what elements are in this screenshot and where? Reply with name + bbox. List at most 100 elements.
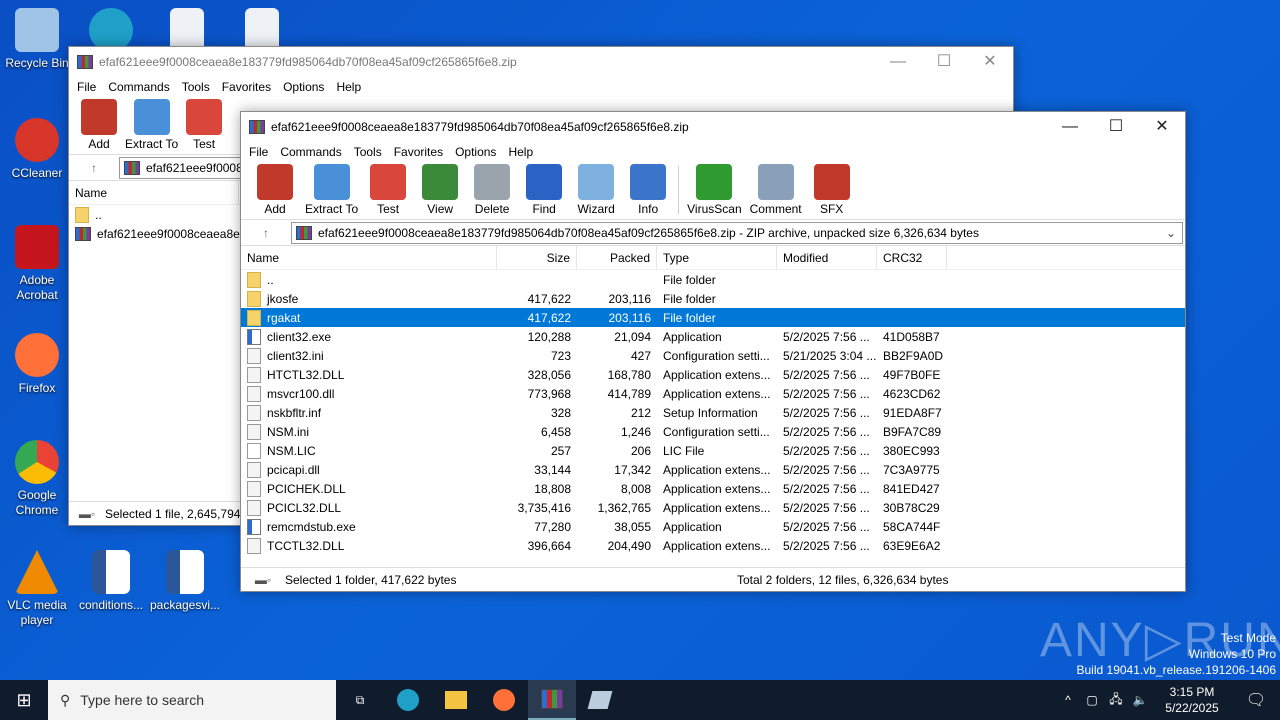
file-row[interactable]: NSM.LIC 257 206 LIC File 5/2/2025 7:56 ... 38… [241, 441, 1185, 460]
file-crc32: 4623CD62 [883, 386, 941, 401]
start-button[interactable]: ⊞ [0, 690, 48, 711]
file-row[interactable]: NSM.ini 6,458 1,246 Configuration setti... 5… [241, 422, 1185, 441]
menu-commands[interactable]: Commands [102, 80, 175, 94]
column-size[interactable]: Size [497, 246, 577, 269]
chevron-up-icon[interactable]: ^ [1056, 693, 1080, 707]
file-row[interactable]: .. File folder [241, 270, 1185, 289]
view-button[interactable]: View [414, 162, 466, 218]
find-button[interactable]: Find [518, 162, 570, 218]
file-modified: 5/2/2025 7:56 ... [783, 481, 870, 496]
file-row[interactable]: client32.ini 723 427 Configuration setti...… [241, 346, 1185, 365]
firefox-taskbar-icon[interactable] [480, 689, 528, 711]
title-bar[interactable]: efaf621eee9f0008ceaea8e183779fd985064db7… [69, 47, 1013, 77]
up-arrow-icon[interactable]: ↑ [241, 226, 291, 240]
menu-tools[interactable]: Tools [176, 80, 216, 94]
file-row[interactable]: rgakat 417,622 203,116 File folder [241, 308, 1185, 327]
menu-file[interactable]: File [71, 80, 102, 94]
desktop-icon-chrome[interactable]: Google Chrome [0, 440, 74, 518]
file-row[interactable]: PCICHEK.DLL 18,808 8,008 Application extens… [241, 479, 1185, 498]
file-modified: 5/2/2025 7:56 ... [783, 367, 870, 382]
column-name[interactable]: Name [241, 246, 497, 269]
column-modified[interactable]: Modified [777, 246, 877, 269]
task-view-icon[interactable]: ⧉ [336, 693, 384, 708]
menu-file[interactable]: File [243, 145, 274, 159]
minimize-button[interactable]: — [875, 47, 921, 77]
chevron-down-icon[interactable]: ⌄ [1166, 226, 1182, 240]
desktop-icon-firefox[interactable]: Firefox [0, 333, 74, 396]
winrar-window[interactable]: efaf621eee9f0008ceaea8e183779fd985064db7… [240, 111, 1186, 592]
winrar-taskbar-icon[interactable] [528, 680, 576, 720]
desktop-icon-packages-doc[interactable]: packagesvi... [148, 550, 222, 613]
edge-taskbar-icon[interactable] [384, 689, 432, 711]
minimize-button[interactable]: — [1047, 112, 1093, 142]
menu-favorites[interactable]: Favorites [216, 80, 277, 94]
virusscan-button[interactable]: VirusScan [683, 162, 745, 218]
add-icon [257, 164, 293, 200]
view-icon [422, 164, 459, 200]
settings-file-icon [247, 366, 261, 383]
file-explorer-icon[interactable] [432, 691, 480, 709]
taskbar: ⊞ ⚲ Type here to search ⧉ ^ ▢ 🖧 🔈 3:15 PM… [0, 680, 1280, 720]
file-modified: 5/21/2025 3:04 ... [783, 348, 877, 363]
file-type: Configuration setti... [663, 424, 770, 439]
file-size: 6,458 [540, 424, 571, 439]
add-button[interactable]: Add [249, 162, 301, 218]
file-row[interactable]: jkosfe 417,622 203,116 File folder [241, 289, 1185, 308]
network-icon[interactable]: 🖧 [1104, 690, 1128, 711]
settings-file-icon [247, 347, 261, 364]
desktop-icon-recycle-bin[interactable]: Recycle Bin [0, 8, 74, 71]
desktop-icon-adobe-acrobat[interactable]: Adobe Acrobat [0, 225, 74, 303]
desktop-icon-vlc[interactable]: VLC media player [0, 550, 74, 628]
comment-button[interactable]: Comment [746, 162, 806, 218]
test-button[interactable]: Test [362, 162, 414, 218]
file-row[interactable]: pcicapi.dll 33,144 17,342 Application exten… [241, 460, 1185, 479]
address-field[interactable]: efaf621eee9f0008ceaea8e183779fd985064db7… [291, 221, 1183, 244]
column-name[interactable]: Name [69, 181, 239, 204]
menu-commands[interactable]: Commands [274, 145, 347, 159]
extract-to-button[interactable]: Extract To [301, 162, 362, 218]
maximize-button[interactable]: ☐ [921, 47, 967, 77]
file-crc32: 30B78C29 [883, 500, 940, 515]
file-row[interactable]: client32.exe 120,288 21,094 Application 5/2/… [241, 327, 1185, 346]
app-taskbar-icon[interactable] [576, 691, 624, 709]
delete-button[interactable]: Delete [466, 162, 518, 218]
desktop-icon-conditions-doc[interactable]: conditions... [74, 550, 148, 613]
search-box[interactable]: ⚲ Type here to search [48, 680, 336, 720]
clock[interactable]: 3:15 PM 5/22/2025 [1152, 684, 1232, 716]
close-button[interactable]: ✕ [967, 47, 1013, 77]
menu-tools[interactable]: Tools [348, 145, 388, 159]
info-button[interactable]: Info [622, 162, 674, 218]
file-row[interactable]: remcmdstub.exe 77,280 38,055 Application 5/2… [241, 517, 1185, 536]
file-row[interactable]: HTCTL32.DLL 328,056 168,780 Application ext… [241, 365, 1185, 384]
file-row[interactable]: TCCTL32.DLL 396,664 204,490 Application ext… [241, 536, 1185, 555]
column-crc32[interactable]: CRC32 [877, 246, 947, 269]
column-type[interactable]: Type [657, 246, 777, 269]
add-button[interactable]: Add [77, 97, 121, 153]
wizard-button[interactable]: Wizard [570, 162, 622, 218]
meet-now-icon[interactable]: ▢ [1080, 693, 1104, 707]
settings-file-icon [247, 499, 261, 516]
up-arrow-icon[interactable]: ↑ [69, 161, 119, 175]
extract-to-button[interactable]: Extract To [121, 97, 182, 153]
file-row[interactable]: nskbfltr.inf 328 212 Setup Information 5/2/2… [241, 403, 1185, 422]
sfx-button[interactable]: SFX [806, 162, 858, 218]
file-packed: 168,780 [607, 367, 651, 382]
column-packed[interactable]: Packed [577, 246, 657, 269]
menu-help[interactable]: Help [502, 145, 539, 159]
maximize-button[interactable]: ☐ [1093, 112, 1139, 142]
volume-icon[interactable]: 🔈 [1128, 693, 1152, 707]
title-bar[interactable]: efaf621eee9f0008ceaea8e183779fd985064db7… [241, 112, 1185, 142]
desktop-icon-ccleaner[interactable]: CCleaner [0, 118, 74, 181]
file-row[interactable]: msvcr100.dll 773,968 414,789 Application ex… [241, 384, 1185, 403]
menu-help[interactable]: Help [330, 80, 367, 94]
file-name: jkosfe [267, 291, 299, 306]
close-button[interactable]: ✕ [1139, 112, 1185, 142]
menu-options[interactable]: Options [449, 145, 502, 159]
file-row[interactable]: PCICL32.DLL 3,735,416 1,362,765 Application… [241, 498, 1185, 517]
settings-file-icon [247, 537, 261, 554]
test-button[interactable]: Test [182, 97, 226, 153]
menu-options[interactable]: Options [277, 80, 330, 94]
notifications-icon[interactable]: 🗨 [1232, 690, 1280, 710]
winrar-icon [249, 120, 265, 134]
menu-favorites[interactable]: Favorites [388, 145, 449, 159]
